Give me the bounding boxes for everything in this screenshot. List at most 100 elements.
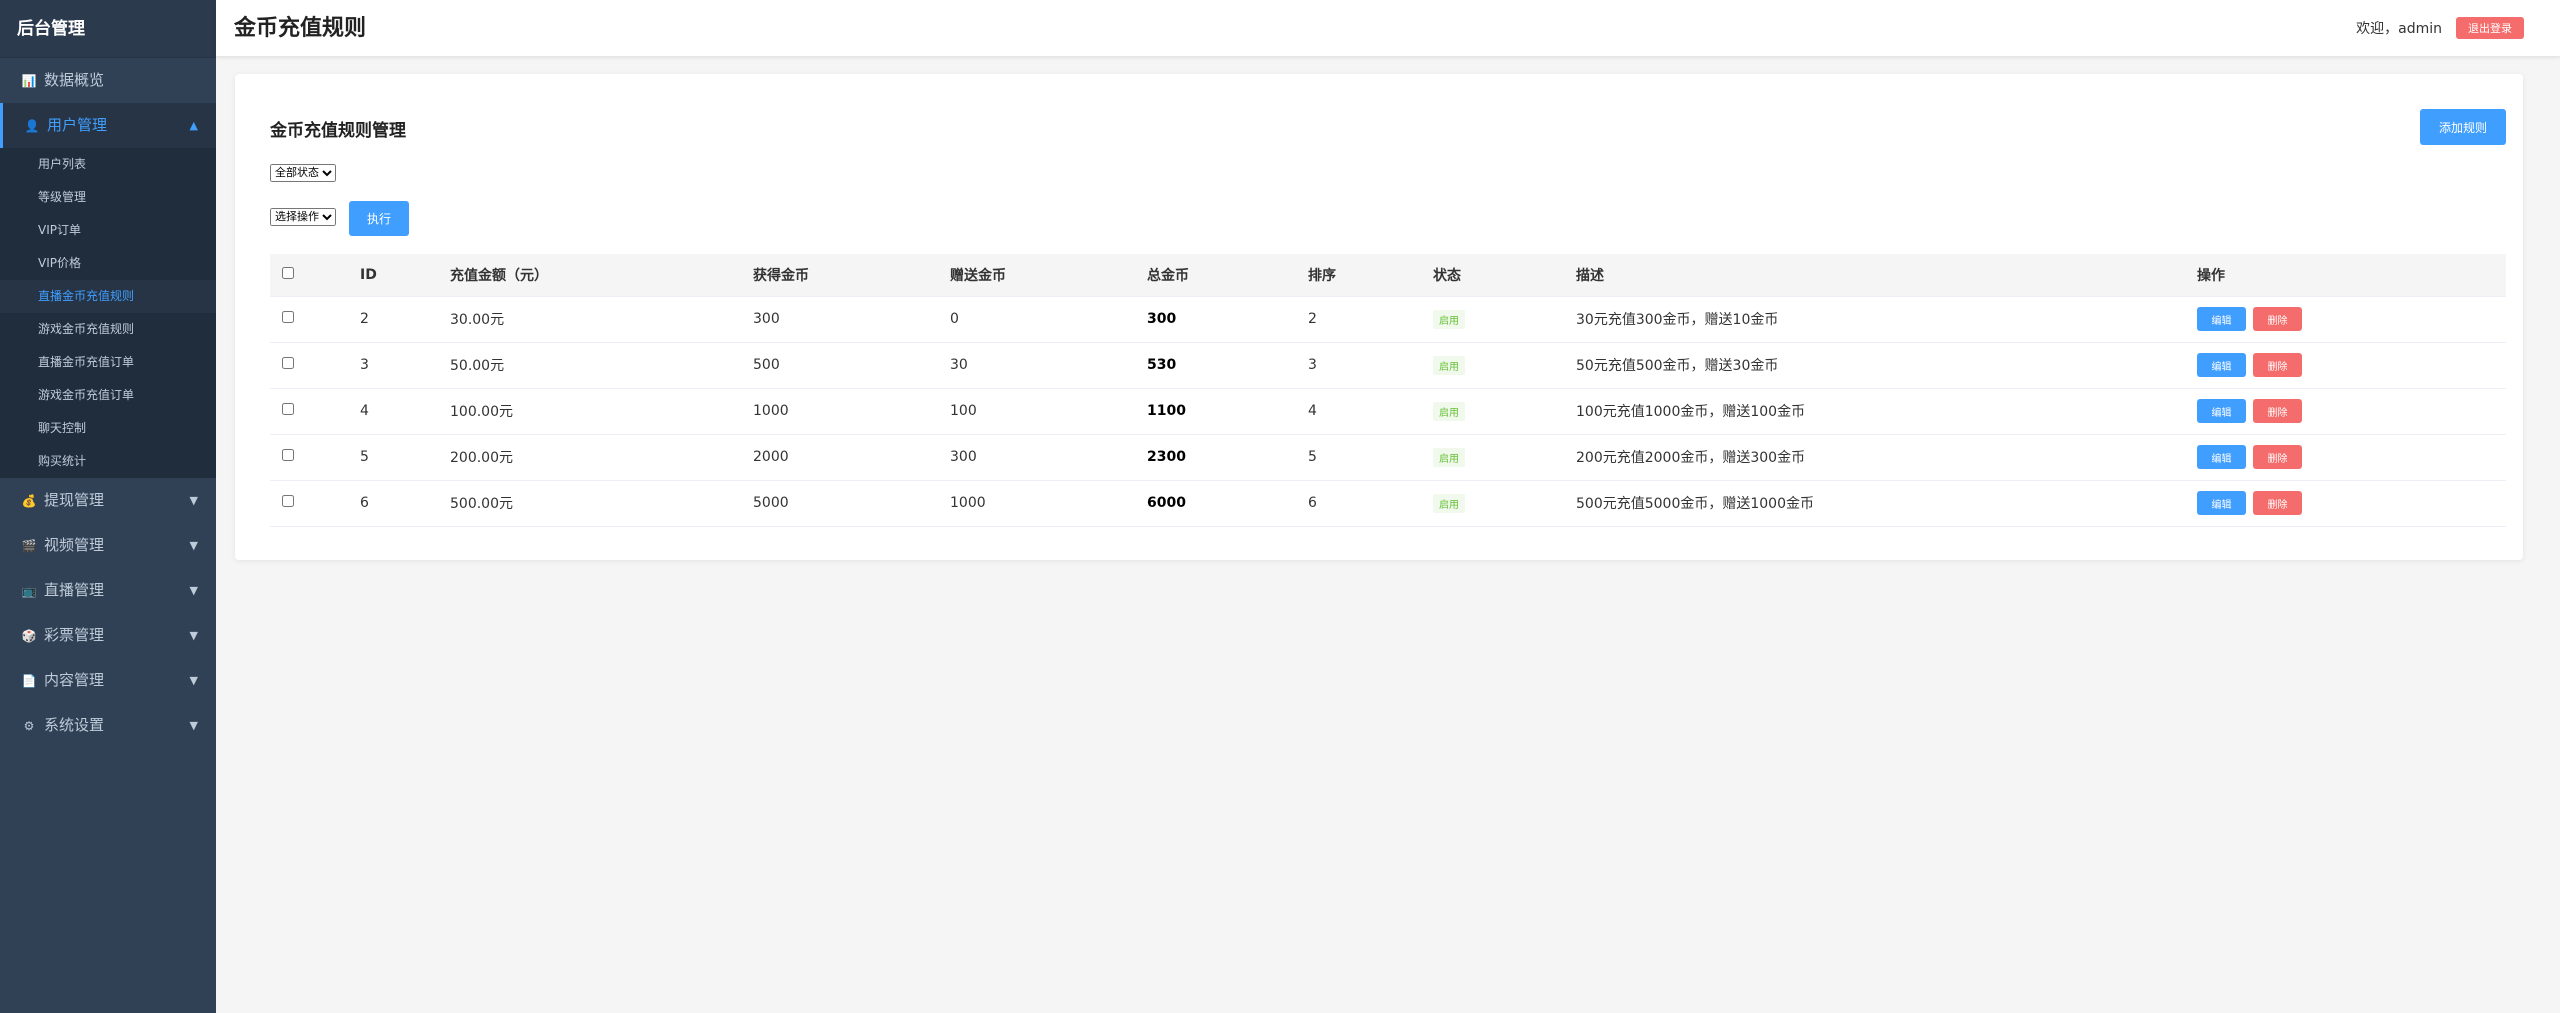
submenu-live-coin-rules[interactable]: 直播金币充值规则 xyxy=(0,280,216,313)
edit-button[interactable]: 编辑 xyxy=(2197,491,2246,515)
row-select-cell xyxy=(270,434,350,481)
rules-table: ID 充值金额（元） 获得金币 赠送金币 总金币 排序 状态 描述 操作 2 3… xyxy=(270,254,2506,527)
menu-settings[interactable]: ⚙ 系统设置 ▼ xyxy=(0,703,216,748)
brand-title: 后台管理 xyxy=(0,0,216,58)
col-description: 描述 xyxy=(1566,254,2187,297)
logout-button[interactable]: 退出登录 xyxy=(2456,17,2524,39)
cell-bonus: 1000 xyxy=(940,480,1137,527)
cell-amount: 50.00元 xyxy=(440,342,743,389)
submenu-live-coin-orders[interactable]: 直播金币充值订单 xyxy=(0,346,216,379)
delete-button[interactable]: 删除 xyxy=(2253,307,2302,331)
submenu-user-list[interactable]: 用户列表 xyxy=(0,148,216,181)
sidebar: 后台管理 📊 数据概览 👤 用户管理 ▲ 用户列表 等级管理 VIP订单 VIP价格… xyxy=(0,0,216,1013)
cell-status: 启用 xyxy=(1423,296,1566,343)
submenu-chat-control[interactable]: 聊天控制 xyxy=(0,412,216,445)
menu-video[interactable]: 🎬 视频管理 ▼ xyxy=(0,523,216,568)
batch-operation-select[interactable]: 选择操作 xyxy=(270,208,336,226)
cell-description: 500元充值5000金币，赠送1000金币 xyxy=(1566,480,2187,527)
edit-button[interactable]: 编辑 xyxy=(2197,307,2246,331)
row-checkbox[interactable] xyxy=(282,311,294,323)
menu-live[interactable]: 📺 直播管理 ▼ xyxy=(0,568,216,613)
submenu-game-coin-orders[interactable]: 游戏金币充值订单 xyxy=(0,379,216,412)
row-checkbox[interactable] xyxy=(282,495,294,507)
menu-lottery[interactable]: 🎲 彩票管理 ▼ xyxy=(0,613,216,658)
cell-description: 100元充值1000金币，赠送100金币 xyxy=(1566,388,2187,435)
chart-icon: 📊 xyxy=(21,74,37,88)
execute-button[interactable]: 执行 xyxy=(349,201,409,236)
cell-total: 1100 xyxy=(1137,388,1298,435)
cell-bonus: 0 xyxy=(940,296,1137,343)
cell-sort: 6 xyxy=(1298,480,1423,527)
status-badge: 启用 xyxy=(1433,401,1465,421)
cell-coins: 5000 xyxy=(743,480,940,527)
rules-card: 金币充值规则管理 添加规则 全部状态 选择操作 执行 ID 充值金额（元） 获得… xyxy=(235,74,2523,560)
cell-description: 30元充值300金币，赠送10金币 xyxy=(1566,296,2187,343)
delete-button[interactable]: 删除 xyxy=(2253,399,2302,423)
menu-withdraw[interactable]: 💰 提现管理 ▼ xyxy=(0,478,216,523)
user-submenu: 用户列表 等级管理 VIP订单 VIP价格 直播金币充值规则 游戏金币充值规则 … xyxy=(0,148,216,478)
cell-amount: 200.00元 xyxy=(440,434,743,481)
status-badge: 启用 xyxy=(1433,309,1465,329)
cell-sort: 3 xyxy=(1298,342,1423,389)
submenu-vip-orders[interactable]: VIP订单 xyxy=(0,214,216,247)
cell-amount: 100.00元 xyxy=(440,388,743,435)
cell-total: 2300 xyxy=(1137,434,1298,481)
delete-button[interactable]: 删除 xyxy=(2253,445,2302,469)
row-checkbox[interactable] xyxy=(282,357,294,369)
submenu-purchase-stats[interactable]: 购买统计 xyxy=(0,445,216,478)
cell-amount: 500.00元 xyxy=(440,480,743,527)
money-bag-icon: 💰 xyxy=(21,494,37,508)
cell-coins: 500 xyxy=(743,342,940,389)
menu-label: 系统设置 xyxy=(44,716,105,734)
cell-status: 启用 xyxy=(1423,342,1566,389)
cell-sort: 5 xyxy=(1298,434,1423,481)
menu-content[interactable]: 📄 内容管理 ▼ xyxy=(0,658,216,703)
col-status: 状态 xyxy=(1423,254,1566,297)
delete-button[interactable]: 删除 xyxy=(2253,491,2302,515)
row-checkbox[interactable] xyxy=(282,403,294,415)
cell-id: 4 xyxy=(350,388,440,435)
menu-label: 数据概览 xyxy=(44,71,105,89)
edit-button[interactable]: 编辑 xyxy=(2197,399,2246,423)
select-all-checkbox[interactable] xyxy=(282,266,294,279)
cell-amount: 30.00元 xyxy=(440,296,743,343)
status-filter-select[interactable]: 全部状态 xyxy=(270,164,336,182)
table-row: 4 100.00元 1000 100 1100 4 启用 100元充值1000金… xyxy=(270,388,2506,435)
table-row: 3 50.00元 500 30 530 3 启用 50元充值500金币，赠送30… xyxy=(270,342,2506,389)
chevron-down-icon: ▼ xyxy=(189,539,198,552)
table-header-row: ID 充值金额（元） 获得金币 赠送金币 总金币 排序 状态 描述 操作 xyxy=(270,254,2506,297)
cell-coins: 1000 xyxy=(743,388,940,435)
table-row: 6 500.00元 5000 1000 6000 6 启用 500元充值5000… xyxy=(270,480,2506,527)
edit-button[interactable]: 编辑 xyxy=(2197,353,2246,377)
cell-total: 530 xyxy=(1137,342,1298,389)
cell-bonus: 100 xyxy=(940,388,1137,435)
select-all-cell xyxy=(270,254,350,297)
cell-actions: 编辑 删除 xyxy=(2187,434,2506,481)
menu-label: 直播管理 xyxy=(44,581,105,599)
submenu-level[interactable]: 等级管理 xyxy=(0,181,216,214)
cell-id: 3 xyxy=(350,342,440,389)
table-row: 5 200.00元 2000 300 2300 5 启用 200元充值2000金… xyxy=(270,434,2506,481)
cell-total: 300 xyxy=(1137,296,1298,343)
menu-dashboard[interactable]: 📊 数据概览 xyxy=(0,58,216,103)
cell-actions: 编辑 删除 xyxy=(2187,388,2506,435)
row-select-cell xyxy=(270,342,350,389)
add-rule-button[interactable]: 添加规则 xyxy=(2420,109,2506,145)
cell-sort: 2 xyxy=(1298,296,1423,343)
submenu-vip-price[interactable]: VIP价格 xyxy=(0,247,216,280)
menu-label: 内容管理 xyxy=(44,671,105,689)
status-badge: 启用 xyxy=(1433,447,1465,467)
chevron-down-icon: ▼ xyxy=(189,674,198,687)
row-checkbox[interactable] xyxy=(282,449,294,461)
menu-label: 视频管理 xyxy=(44,536,105,554)
table-row: 2 30.00元 300 0 300 2 启用 30元充值300金币，赠送10金… xyxy=(270,296,2506,343)
edit-button[interactable]: 编辑 xyxy=(2197,445,2246,469)
col-coins: 获得金币 xyxy=(743,254,940,297)
submenu-game-coin-rules[interactable]: 游戏金币充值规则 xyxy=(0,313,216,346)
cell-id: 2 xyxy=(350,296,440,343)
menu-label: 彩票管理 xyxy=(44,626,105,644)
delete-button[interactable]: 删除 xyxy=(2253,353,2302,377)
col-amount: 充值金额（元） xyxy=(440,254,743,297)
menu-user-management[interactable]: 👤 用户管理 ▲ xyxy=(0,103,216,148)
menu-label: 用户管理 xyxy=(47,116,108,134)
